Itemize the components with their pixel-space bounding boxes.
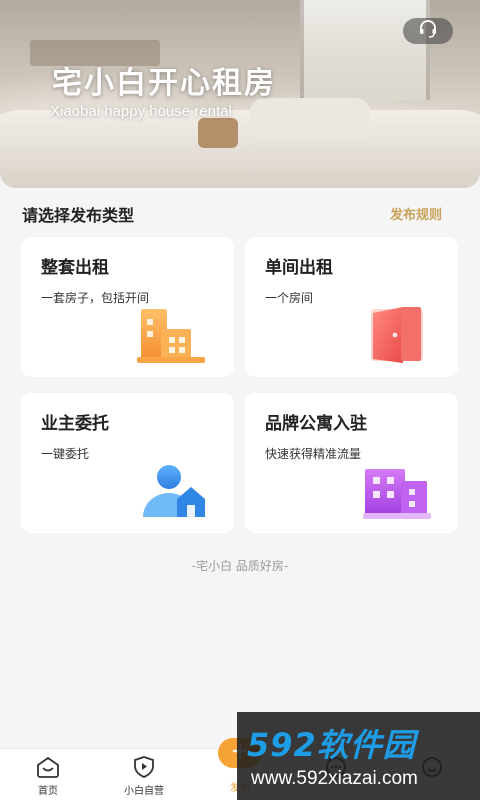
- tab-label: 小白自营: [124, 786, 164, 797]
- section-title: 请选择发布类型: [22, 206, 135, 225]
- owner-house-icon: [139, 463, 209, 523]
- card-title: 单间出租: [265, 258, 333, 278]
- banner-window-decor: [300, 0, 430, 100]
- hero-subtitle: Xiaobai happy house rental: [50, 103, 232, 120]
- card-owner-entrust[interactable]: 业主委托 一键委托: [21, 393, 234, 533]
- banner-bed-decor: [0, 110, 480, 188]
- apartment-icon: [361, 463, 433, 525]
- banner-plant-decor: [198, 118, 238, 148]
- card-whole-rent[interactable]: 整套出租 一套房子，包括开间: [21, 237, 234, 377]
- card-title: 品牌公寓入驻: [265, 414, 367, 434]
- tab-home[interactable]: 首页: [3, 749, 93, 800]
- hero-banner: 宅小白开心租房 Xiaobai happy house rental: [0, 0, 480, 188]
- footer-slogan: -宅小白 品质好房-: [191, 559, 289, 573]
- card-desc: 一个房间: [265, 291, 314, 305]
- watermark-url: www.592xiazai.com: [251, 768, 418, 789]
- card-desc: 一套房子，包括开间: [41, 291, 150, 305]
- customer-service-button[interactable]: [403, 18, 453, 44]
- home-icon: [34, 755, 62, 779]
- hero-title: 宅小白开心租房: [52, 66, 276, 101]
- headset-icon: [418, 20, 438, 42]
- tab-xiaobai-self[interactable]: 小白自营: [99, 749, 189, 800]
- watermark-logo: 592软件园: [247, 726, 416, 764]
- card-title: 业主委托: [41, 414, 109, 434]
- door-icon: [365, 303, 429, 369]
- card-desc: 一键委托: [41, 447, 90, 461]
- building-icon: [135, 307, 207, 369]
- card-title: 整套出租: [41, 258, 109, 278]
- watermark-overlay: 592软件园 www.592xiazai.com: [237, 712, 480, 800]
- shield-play-icon: [130, 755, 158, 779]
- banner-pillow-decor: [250, 98, 370, 138]
- card-desc: 快速获得精准流量: [265, 447, 362, 461]
- publish-rules-link[interactable]: 发布规则: [390, 204, 442, 223]
- card-brand-apartment[interactable]: 品牌公寓入驻 快速获得精准流量: [245, 393, 458, 533]
- card-single-room[interactable]: 单间出租 一个房间: [245, 237, 458, 377]
- tab-label: 首页: [38, 786, 58, 797]
